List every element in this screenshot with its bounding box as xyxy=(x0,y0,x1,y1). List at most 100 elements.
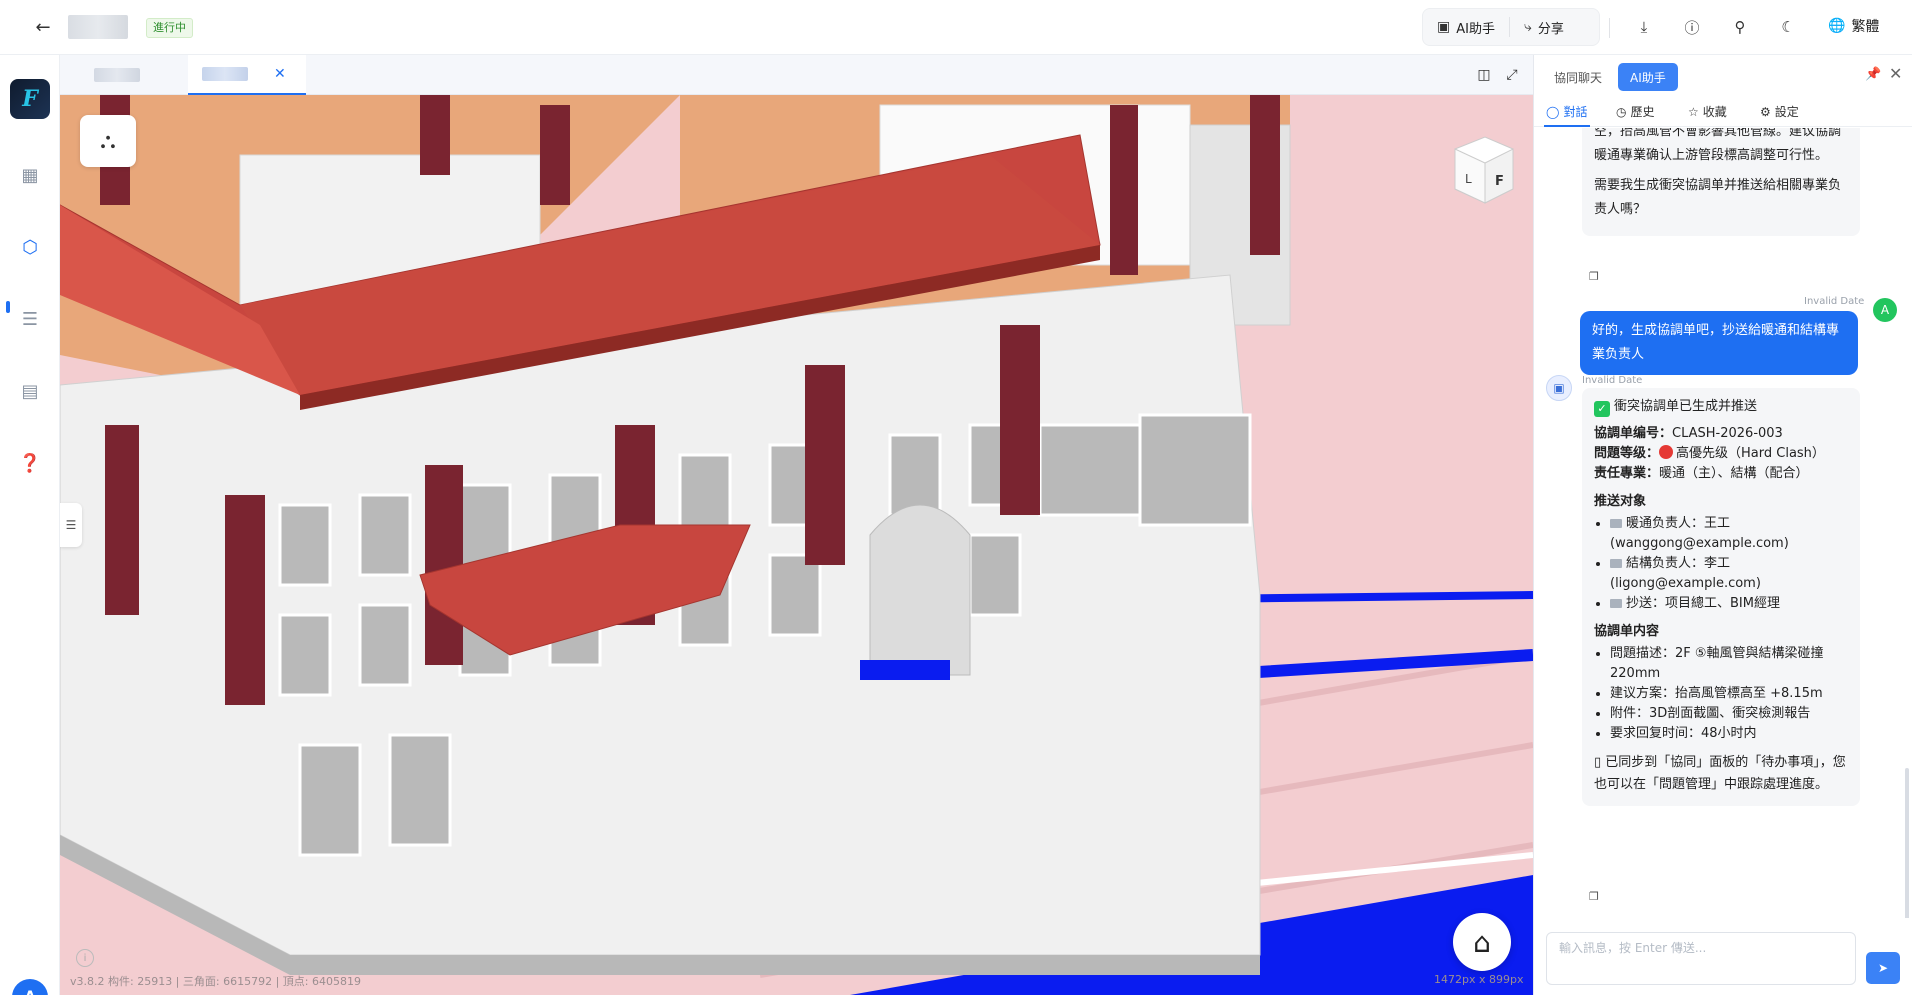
chat-scrollbar[interactable] xyxy=(1905,768,1909,918)
globe-icon: 🌐 xyxy=(1828,18,1846,34)
model-tree-button[interactable]: ⛬ xyxy=(80,115,136,167)
contact-icon xyxy=(1610,519,1622,528)
recipient-text: 暖通负责人：王工 (wanggong@example.com) xyxy=(1610,516,1789,551)
message-footer: 已同步到「協同」面板的「待办事項」，您也可以在「問題管理」中跟踪處理進度。 xyxy=(1594,755,1846,792)
side-panel-handle[interactable]: ☰ xyxy=(60,503,82,547)
checkmark-icon: ✓ xyxy=(1594,401,1610,417)
chat-thread: 空，抬高風管不會影響其他管線。建议協調暖通專業确认上游管段標高調整可行性。 需要… xyxy=(1534,128,1912,918)
list-item: 問題描述：2F ⑤軸風管與結構梁碰撞 220mm xyxy=(1610,644,1848,684)
toolbar-group: ▣ AI助手 ⤷ 分享 xyxy=(1422,8,1600,46)
subtab-history[interactable]: ◷ 歷史 xyxy=(1616,103,1655,120)
message-input-box[interactable] xyxy=(1546,932,1856,985)
help-icon[interactable]: ⓘ xyxy=(1680,15,1704,39)
section-title: 協調单内容 xyxy=(1594,624,1660,639)
red-circle-icon xyxy=(1659,445,1674,459)
top-bar: ← 進行中 ▣ AI助手 ⤷ 分享 ⤓ ⓘ ⚲ ☾ 🌐 繁體 xyxy=(0,0,1912,55)
subtab-label: 歷史 xyxy=(1630,105,1655,119)
3d-viewport[interactable]: ⛬ ☰ L F ⌂ i v3.8.2 构件: 25913 | 三角面: 6615… xyxy=(60,95,1533,995)
recipient-text: 結構负责人：李工 (ligong@example.com) xyxy=(1610,556,1761,591)
building-model-render xyxy=(60,95,1533,995)
clock-icon: ◷ xyxy=(1616,104,1627,119)
message-timestamp: Invalid Date xyxy=(1804,296,1865,307)
star-icon: ☆ xyxy=(1688,104,1699,119)
moon-icon[interactable]: ☾ xyxy=(1776,15,1800,39)
model-cube-icon[interactable]: ⬡ xyxy=(18,235,42,259)
subtab-label: 收藏 xyxy=(1702,105,1727,119)
tab-ai-assistant[interactable]: AI助手 xyxy=(1618,63,1678,91)
subtab-favorites[interactable]: ☆ 收藏 xyxy=(1688,103,1727,120)
push-recipients-list: 暖通负责人：王工 (wanggong@example.com) 結構负责人：李工… xyxy=(1594,514,1848,614)
field-label: 問題等级： xyxy=(1594,446,1660,461)
list-item: 要求回复时间：48小时内 xyxy=(1610,724,1848,744)
contact-icon xyxy=(1610,599,1622,608)
tab-model-1[interactable] xyxy=(80,55,154,95)
copy-icon[interactable]: ❐ xyxy=(1589,270,1599,283)
send-icon: ➤ xyxy=(1877,961,1889,975)
app-logo: F xyxy=(10,79,50,119)
field-label: 協調单编号： xyxy=(1594,426,1673,441)
model-stats: v3.8.2 构件: 25913 | 三角面: 6615792 | 頂点: 64… xyxy=(70,975,361,988)
list-item: 結構负责人：李工 (ligong@example.com) xyxy=(1610,554,1848,594)
share-label: 分享 xyxy=(1537,21,1564,37)
info-icon[interactable]: i xyxy=(76,949,94,967)
assistant-panel: 協同聊天 AI助手 📌 ✕ ◯ 對話 ◷ 歷史 ☆ 收藏 ⚙ 設定 空，抬高風管… xyxy=(1533,55,1912,995)
pin-icon[interactable]: 📌 xyxy=(1865,67,1881,82)
layers-icon[interactable]: ☰ xyxy=(18,307,42,331)
status-badge: 進行中 xyxy=(146,18,193,38)
cube-left-face: L xyxy=(1465,172,1472,186)
fullscreen-icon[interactable]: ⤢ xyxy=(1501,64,1523,86)
dashboard-icon[interactable]: ▦ xyxy=(18,163,42,187)
language-label: 繁體 xyxy=(1851,19,1880,35)
list-item: 附件：3D剖面截圖、衝突檢測報告 xyxy=(1610,704,1848,724)
cube-front-face: F xyxy=(1495,174,1504,189)
tab-title-redacted xyxy=(202,67,248,81)
panel-header: 協同聊天 AI助手 📌 ✕ xyxy=(1534,55,1912,95)
send-button[interactable]: ➤ xyxy=(1866,952,1900,984)
message-title: 衝突協調单已生成并推送 xyxy=(1614,399,1758,414)
field-label: 责任專業： xyxy=(1594,466,1660,481)
ai-message-coordination: ✓ 衝突協調单已生成并推送 協調单编号：CLASH-2026-003 問題等级： 高… xyxy=(1582,388,1860,806)
split-view-icon[interactable]: ◫ xyxy=(1473,64,1495,86)
phone-icon: ▯ xyxy=(1594,755,1602,770)
home-icon: ⌂ xyxy=(1473,925,1491,959)
share-button[interactable]: ⤷ 分享 xyxy=(1510,12,1578,42)
language-switch[interactable]: 🌐 繁體 xyxy=(1828,16,1879,36)
close-icon[interactable]: ✕ xyxy=(1889,64,1902,83)
divider xyxy=(1609,18,1610,38)
ai-avatar: ▣ xyxy=(1546,375,1572,401)
gear-icon: ⚙ xyxy=(1760,104,1771,119)
subtab-settings[interactable]: ⚙ 設定 xyxy=(1760,103,1799,120)
user-avatar[interactable]: A xyxy=(12,979,48,995)
list-item: 建议方案：抬高風管標高至 +8.15m xyxy=(1610,684,1848,704)
copy-icon[interactable]: ❐ xyxy=(1589,890,1599,903)
coordination-id: CLASH-2026-003 xyxy=(1672,426,1783,441)
message-input[interactable] xyxy=(1547,933,1855,963)
download-icon[interactable]: ⤓ xyxy=(1632,15,1656,39)
close-icon[interactable]: ✕ xyxy=(274,66,286,82)
active-indicator xyxy=(6,301,10,313)
ai-message-previous: 空，抬高風管不會影響其他管線。建议協調暖通專業确认上游管段標高調整可行性。 需要… xyxy=(1582,128,1860,236)
model-tabs: ✕ ◫ ⤢ xyxy=(60,55,1533,95)
priority-level: 高優先级（Hard Clash） xyxy=(1676,446,1825,461)
message-text: 空，抬高風管不會影響其他管線。建议協調暖通專業确认上游管段標高調整可行性。 xyxy=(1594,128,1842,163)
entrance-arch xyxy=(869,504,971,676)
tab-model-2-active[interactable]: ✕ xyxy=(188,55,306,95)
list-item: 暖通负责人：王工 (wanggong@example.com) xyxy=(1610,514,1848,554)
document-icon[interactable]: ▤ xyxy=(18,379,42,403)
left-rail: F ▦ ⬡ ☰ ▤ ❓ A xyxy=(0,55,60,995)
view-cube-shape: L F xyxy=(1454,136,1514,204)
user-message: 好的，生成協調单吧，抄送給暖通和結構專業负责人 xyxy=(1580,311,1858,375)
list-icon: ☰ xyxy=(65,518,77,532)
project-name-redacted xyxy=(68,15,128,39)
search-icon[interactable]: ⚲ xyxy=(1728,15,1752,39)
subtab-conversation[interactable]: ◯ 對話 xyxy=(1546,103,1587,120)
help-document-icon[interactable]: ❓ xyxy=(18,451,42,475)
view-cube[interactable]: L F xyxy=(1445,127,1517,211)
hvac-duct-floor xyxy=(860,660,950,680)
tab-collab-chat[interactable]: 協同聊天 xyxy=(1542,63,1614,91)
back-arrow-icon[interactable]: ← xyxy=(30,14,56,40)
chat-bubble-icon: ◯ xyxy=(1546,104,1560,119)
home-view-button[interactable]: ⌂ xyxy=(1453,913,1511,971)
recipient-text: 抄送：项目總工、BIM經理 xyxy=(1626,596,1780,611)
ai-assistant-button[interactable]: ▣ AI助手 xyxy=(1423,12,1509,42)
